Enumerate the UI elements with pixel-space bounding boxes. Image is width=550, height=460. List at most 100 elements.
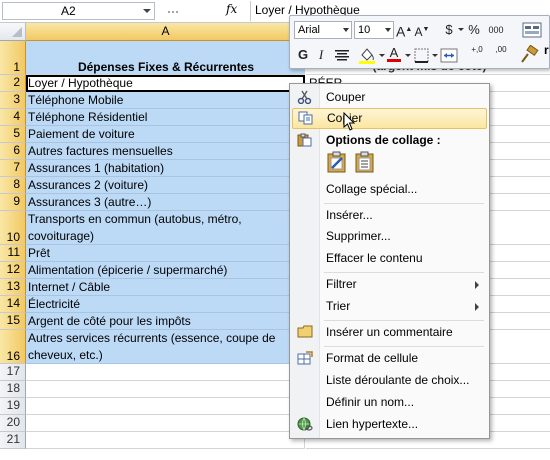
font-name-value: Arial: [298, 24, 321, 36]
menu-item-label: Collage spécial...: [326, 182, 418, 196]
paste-formatting-button[interactable]: [324, 150, 348, 174]
menu-item-define-name[interactable]: Définir un nom...: [292, 392, 487, 413]
cell-a[interactable]: [26, 432, 305, 449]
row-header[interactable]: 8: [0, 177, 26, 194]
column-header-a[interactable]: A: [26, 23, 306, 41]
fill-color-icon[interactable]: [358, 45, 376, 65]
row-header[interactable]: 11: [0, 245, 26, 262]
row-header[interactable]: 19: [0, 398, 26, 415]
menu-item-format-cells[interactable]: Format de cellule: [292, 348, 487, 369]
increase-decimal-button[interactable]: +,0: [466, 45, 488, 65]
menu-item-label: Insérer un commentaire: [326, 325, 453, 339]
menu-item-paste-special[interactable]: Collage spécial...: [292, 179, 487, 200]
bold-button[interactable]: G: [295, 45, 311, 65]
font-color-button[interactable]: A: [386, 43, 402, 63]
row-header[interactable]: 12: [0, 262, 26, 279]
chevron-down-icon[interactable]: [405, 54, 411, 57]
font-color-swatch: [387, 59, 401, 62]
row-header[interactable]: 3: [0, 92, 26, 109]
row-header[interactable]: 15: [0, 313, 26, 330]
row-header[interactable]: 10: [0, 211, 26, 245]
menu-item-label: Effacer le contenu: [326, 251, 423, 265]
cell-a[interactable]: Paiement de voiture: [26, 126, 305, 143]
menu-item-hyperlink[interactable]: Lien hypertexte...: [292, 414, 487, 435]
cell-a[interactable]: [26, 398, 305, 415]
mouse-cursor-icon: [343, 112, 356, 131]
font-name-combo[interactable]: Arial: [294, 21, 352, 39]
row-header[interactable]: 16: [0, 330, 26, 364]
cell-a[interactable]: Dépenses Fixes & Récurrentes: [26, 41, 305, 75]
row-header[interactable]: 7: [0, 160, 26, 177]
row-header[interactable]: 21: [0, 432, 26, 449]
select-all-corner[interactable]: [0, 23, 26, 41]
chevron-down-icon[interactable]: [143, 9, 151, 13]
cell-a[interactable]: Loyer / Hypothèque: [26, 75, 305, 92]
percent-button[interactable]: %: [466, 20, 482, 40]
cell-a[interactable]: Électricité: [26, 296, 305, 313]
menu-item-label: Filtrer: [326, 277, 357, 291]
resize-dots-icon[interactable]: [166, 6, 180, 18]
row-header[interactable]: 14: [0, 296, 26, 313]
row-header[interactable]: 2: [0, 75, 26, 92]
name-box[interactable]: A2: [2, 2, 155, 20]
cell-a[interactable]: [26, 381, 305, 398]
cell-a[interactable]: Téléphone Mobile: [26, 92, 305, 109]
menu-item-delete[interactable]: Supprimer...: [292, 226, 487, 247]
cell-a[interactable]: Argent de côté pour les impôts: [26, 313, 305, 330]
row-header[interactable]: 20: [0, 415, 26, 432]
row-header[interactable]: 4: [0, 109, 26, 126]
borders-icon[interactable]: [414, 48, 429, 63]
bold-label: G: [297, 47, 309, 62]
chevron-down-icon[interactable]: [432, 54, 438, 57]
row-header[interactable]: 6: [0, 143, 26, 160]
context-menu: Couper Copier Options de collage :: [289, 83, 490, 439]
menu-item-label: Format de cellule: [326, 351, 419, 365]
cell-a[interactable]: Téléphone Résidentiel: [26, 109, 305, 126]
row-header[interactable]: 5: [0, 126, 26, 143]
menu-item-copy[interactable]: Copier: [292, 108, 487, 129]
menu-item-filter[interactable]: Filtrer: [292, 274, 487, 295]
cell-a[interactable]: Prêt: [26, 245, 305, 262]
italic-button[interactable]: I: [313, 45, 329, 65]
hyperlink-icon: [297, 417, 313, 431]
chevron-down-icon[interactable]: [379, 54, 385, 57]
currency-button[interactable]: $: [440, 20, 458, 40]
menu-item-insert-comment[interactable]: Insérer un commentaire: [292, 322, 487, 343]
menu-item-dropdown-list[interactable]: Liste déroulante de choix...: [292, 370, 487, 391]
scissors-icon: [297, 90, 312, 104]
center-align-icon[interactable]: [334, 49, 350, 61]
decrease-decimal-button[interactable]: ,00: [490, 45, 512, 65]
cell-a[interactable]: Autres services récurrents (essence, cou…: [26, 330, 305, 364]
chevron-down-icon[interactable]: [385, 28, 391, 32]
menu-item-cut[interactable]: Couper: [292, 87, 487, 108]
row-header[interactable]: 13: [0, 279, 26, 296]
shrink-font-button[interactable]: A▼: [414, 20, 430, 40]
paste-values-button[interactable]: [352, 150, 376, 174]
row-header[interactable]: 18: [0, 381, 26, 398]
cell-a[interactable]: Assurances 2 (voiture): [26, 177, 305, 194]
insert-function-button[interactable]: fx: [226, 2, 237, 16]
cell-a[interactable]: [26, 364, 305, 381]
menu-item-clear-contents[interactable]: Effacer le contenu: [292, 248, 487, 269]
font-size-combo[interactable]: 10: [354, 21, 394, 39]
menu-item-sort[interactable]: Trier: [292, 296, 487, 317]
cell-a[interactable]: Transports en commun (autobus, métro, co…: [26, 211, 305, 245]
cell-a[interactable]: Assurances 3 (autre…): [26, 194, 305, 211]
row-header[interactable]: 17: [0, 364, 26, 381]
chevron-down-icon[interactable]: [458, 28, 464, 31]
row-header[interactable]: 9: [0, 194, 26, 211]
format-painter-icon[interactable]: [518, 45, 540, 65]
row-header[interactable]: 1: [0, 41, 26, 75]
format-painter-alt-icon[interactable]: [522, 22, 542, 38]
cell-a[interactable]: [26, 415, 305, 432]
merge-center-icon[interactable]: [440, 48, 458, 63]
chevron-down-icon[interactable]: [343, 28, 349, 32]
thousands-separator-button[interactable]: 000: [484, 20, 508, 40]
cell-a[interactable]: Assurances 1 (habitation): [26, 160, 305, 177]
cell-a[interactable]: Alimentation (épicerie / supermarché): [26, 262, 305, 279]
grow-font-button[interactable]: A▲: [396, 20, 412, 40]
cell-a[interactable]: Autres factures mensuelles: [26, 143, 305, 160]
cell-a[interactable]: Internet / Câble: [26, 279, 305, 296]
menu-item-insert[interactable]: Insérer...: [292, 205, 487, 226]
paste-icon: [297, 133, 312, 147]
